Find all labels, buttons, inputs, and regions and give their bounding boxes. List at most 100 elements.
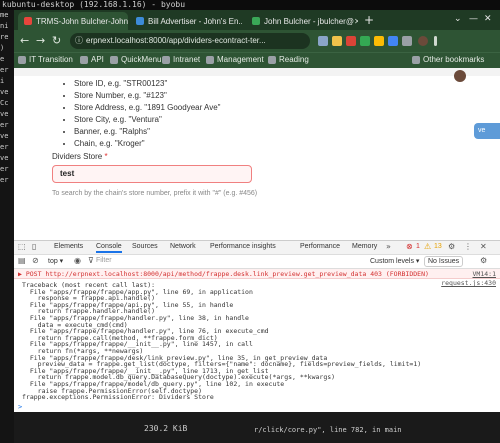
terminal-line: me	[0, 11, 9, 19]
back-icon[interactable]: ←	[20, 34, 29, 47]
filter-input[interactable]: Filter	[96, 257, 364, 267]
devtools-panel: ⬚ ▯ Elements Console Sources Network Per…	[14, 240, 500, 412]
folder-icon	[162, 55, 170, 64]
minimize-icon[interactable]: —	[469, 14, 478, 24]
puzzle-icon[interactable]	[402, 36, 412, 46]
gear-icon[interactable]: ⚙	[480, 256, 487, 265]
error-message: ▶ POST http://erpnext.localhost:8000/api…	[18, 270, 429, 278]
terminal-line: re	[0, 33, 9, 41]
terminal-line: er	[0, 121, 9, 129]
extension-icon[interactable]	[374, 36, 384, 46]
terminal-line: er	[0, 176, 9, 184]
warning-count-icon[interactable]: ⚠	[424, 242, 431, 251]
help-list-item: Store City, e.g. "Ventura"	[74, 114, 221, 126]
console-error-row[interactable]: ▶ POST http://erpnext.localhost:8000/api…	[14, 269, 500, 279]
help-list-item: Store Address, e.g. "1891 Goodyear Ave"	[74, 102, 221, 114]
tab-john-bulcher[interactable]: John Bulcher - jbulcher@ ✕	[246, 12, 358, 30]
page-header	[14, 68, 500, 76]
error-count-icon[interactable]: ⊗	[406, 242, 413, 251]
inspect-icon[interactable]: ⬚	[18, 242, 26, 251]
folder-icon	[412, 55, 420, 64]
chevron-down-icon[interactable]: ⌄	[454, 14, 462, 24]
terminal-title: kubuntu-desktop (192.168.1.16) - byobu	[0, 0, 500, 10]
tab-elements[interactable]: Elements	[54, 243, 83, 250]
folder-icon	[80, 55, 88, 64]
tab-bar: TRMS-John Bulcher-John... ✕ Bill Adverti…	[14, 10, 500, 30]
traceback-output: request.js:430 Traceback (most recent ca…	[14, 279, 500, 403]
reload-icon[interactable]: ↻	[52, 34, 61, 47]
context-select[interactable]: top ▾	[48, 257, 63, 265]
menu-icon[interactable]	[434, 36, 437, 46]
folder-icon	[206, 55, 214, 64]
error-count: 1	[416, 243, 420, 250]
new-tab-button[interactable]: +	[364, 13, 374, 27]
terminal-line: ni	[0, 22, 9, 30]
issues-button[interactable]: No Issues	[424, 256, 464, 267]
bookmark-other[interactable]: Other bookmarks	[412, 55, 484, 64]
shield-icon[interactable]	[360, 36, 370, 46]
terminal-line: er	[0, 165, 9, 173]
tab-network[interactable]: Network	[170, 243, 196, 250]
bookmark-intranet[interactable]: Intranet	[162, 55, 200, 64]
clear-console-icon[interactable]: ⊘	[32, 256, 39, 265]
more-tabs-icon[interactable]: »	[386, 242, 391, 251]
info-icon[interactable]: ⓘ	[75, 33, 83, 49]
forward-icon[interactable]: →	[36, 34, 45, 47]
terminal-line: )	[0, 44, 5, 52]
tab-label: John Bulcher - jbulcher@	[264, 16, 354, 26]
tab-trms[interactable]: TRMS-John Bulcher-John... ✕	[18, 12, 128, 30]
terminal-bottom: 230.2 KiB r/click/core.py", line 782, in…	[14, 412, 500, 443]
bookmarks-bar: IT Transition API QuickMenu Intranet Man…	[14, 52, 500, 68]
tab-sources[interactable]: Sources	[132, 243, 158, 250]
avatar[interactable]	[454, 70, 466, 82]
extension-icon[interactable]	[388, 36, 398, 46]
bookmark-quickmenu[interactable]: QuickMenu	[110, 55, 161, 64]
tab-favicon-icon	[24, 17, 32, 25]
error-source-link[interactable]: VM14:1	[473, 269, 496, 278]
help-list-item: Store Number, e.g. "#123"	[74, 90, 221, 102]
address-bar-row: ← → ↻ ⓘ erpnext.localhost:8000/app/divid…	[14, 30, 500, 52]
tab-performance[interactable]: Performance	[300, 243, 340, 250]
page-content: Store ID, e.g. "STR00123"Store Number, e…	[14, 68, 500, 240]
tab-bill-advertiser[interactable]: Bill Advertiser - John's En... ✕	[130, 12, 242, 30]
folder-icon	[110, 55, 118, 64]
bookmark-management[interactable]: Management	[206, 55, 264, 64]
field-label: Dividers Store *	[52, 152, 108, 161]
sidebar-toggle-icon[interactable]: ▤	[18, 256, 26, 265]
terminal-line: ve	[0, 154, 9, 162]
tab-performance-insights[interactable]: Performance insights	[210, 243, 276, 250]
warning-count: 13	[434, 243, 442, 250]
traceback-line: frappe.exceptions.PermissionError: Divid…	[22, 393, 214, 402]
folder-icon	[268, 55, 276, 64]
console-toolbar: ▤ ⊘ top ▾ ◉ ⊽ Filter Custom levels ▾ No …	[14, 255, 500, 269]
device-icon[interactable]: ▯	[32, 242, 36, 251]
tab-console[interactable]: Console	[96, 243, 122, 253]
bookmark-it-transition[interactable]: IT Transition	[18, 55, 73, 64]
dividers-store-input[interactable]: test	[52, 165, 252, 183]
bookmark-api[interactable]: API	[80, 55, 104, 64]
star-icon[interactable]	[332, 36, 342, 46]
help-list-item: Store ID, e.g. "STR00123"	[74, 78, 221, 90]
tab-memory[interactable]: Memory	[352, 243, 377, 250]
trace-source-link[interactable]: request.js:430	[441, 279, 496, 287]
field-description: To search by the chain's store number, p…	[52, 190, 258, 197]
extension-icon[interactable]	[346, 36, 356, 46]
help-list-item: Banner, e.g. "Ralphs"	[74, 126, 221, 138]
url-field[interactable]: ⓘ erpnext.localhost:8000/app/dividers-ec…	[70, 33, 310, 49]
bookmark-reading[interactable]: Reading	[268, 55, 309, 64]
terminal-line: ve	[0, 110, 9, 118]
close-icon[interactable]: ✕	[354, 17, 358, 26]
log-levels-select[interactable]: Custom levels ▾	[370, 257, 419, 265]
close-window-icon[interactable]: ✕	[484, 14, 492, 24]
profile-avatar[interactable]	[418, 36, 428, 46]
console-prompt[interactable]: >	[18, 403, 22, 411]
save-button[interactable]: ve	[474, 123, 500, 139]
share-icon[interactable]	[318, 36, 328, 46]
gear-icon[interactable]: ⚙	[448, 242, 455, 251]
required-mark: *	[104, 152, 108, 161]
close-icon[interactable]: ✕	[480, 242, 487, 251]
filter-icon: ⊽	[88, 256, 94, 265]
terminal-line: er	[0, 66, 9, 74]
kebab-menu-icon[interactable]: ⋮	[464, 242, 472, 251]
eye-icon[interactable]: ◉	[74, 256, 81, 265]
